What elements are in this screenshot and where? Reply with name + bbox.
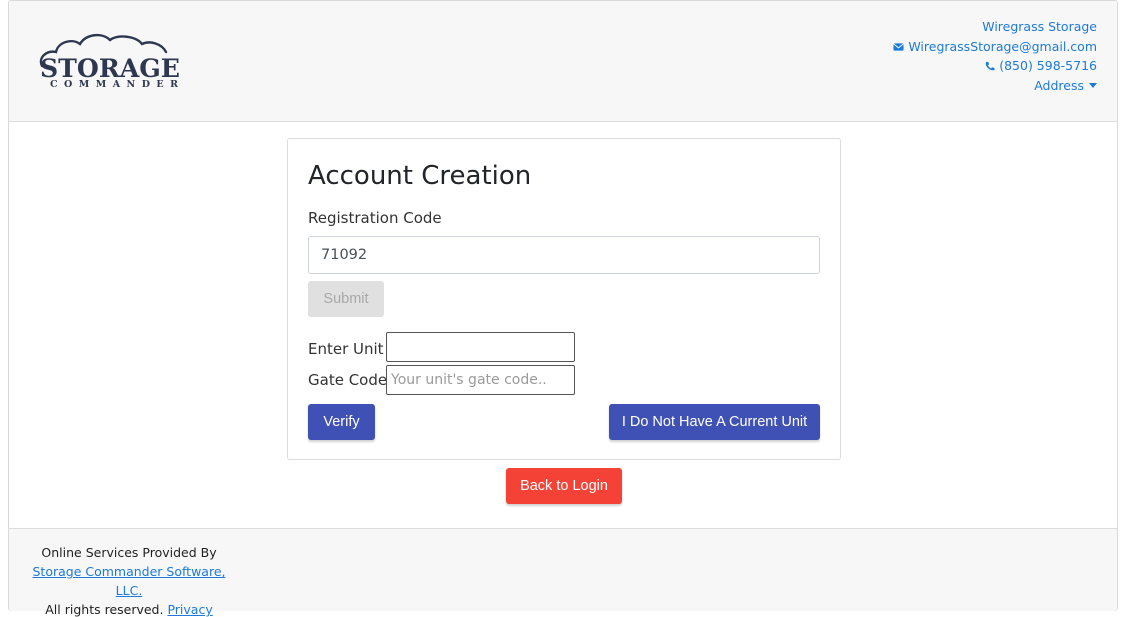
- phone-text: (850) 598-5716: [999, 58, 1097, 73]
- rights-text: All rights reserved.: [45, 602, 164, 617]
- enter-unit-label: Enter Unit: [308, 340, 384, 358]
- address-dropdown[interactable]: Address: [893, 76, 1097, 96]
- gate-code-input[interactable]: [386, 365, 575, 395]
- contact-info: Wiregrass Storage WiregrassStorage@gmail…: [893, 17, 1097, 95]
- company-link[interactable]: Storage Commander Software, LLC.: [32, 564, 225, 598]
- caret-down-icon: [1089, 82, 1097, 88]
- page-frame: STORAGE COMMANDER Wiregrass Storage Wire…: [8, 0, 1118, 617]
- email-link[interactable]: WiregrassStorage@gmail.com: [893, 37, 1097, 57]
- registration-code-label: Registration Code: [308, 209, 442, 227]
- gate-code-label: Gate Code: [308, 371, 388, 389]
- page-title: Account Creation: [308, 161, 532, 191]
- phone-icon: [986, 61, 995, 71]
- submit-button[interactable]: Submit: [308, 281, 384, 317]
- address-label: Address: [1034, 77, 1084, 93]
- svg-text:COMMANDER: COMMANDER: [50, 79, 178, 90]
- header: STORAGE COMMANDER Wiregrass Storage Wire…: [9, 1, 1117, 122]
- back-to-login-button[interactable]: Back to Login: [506, 468, 622, 504]
- footer-text: Online Services Provided By Storage Comm…: [29, 543, 229, 617]
- business-name-link[interactable]: Wiregrass Storage: [893, 17, 1097, 37]
- no-current-unit-button[interactable]: I Do Not Have A Current Unit: [609, 404, 820, 440]
- envelope-icon: [893, 42, 905, 51]
- registration-code-input[interactable]: [308, 236, 820, 274]
- enter-unit-input[interactable]: [386, 332, 575, 362]
- account-creation-card: Account Creation Registration Code Submi…: [287, 138, 841, 460]
- provided-by-text: Online Services Provided By: [41, 545, 217, 560]
- verify-button[interactable]: Verify: [308, 404, 375, 440]
- phone-link[interactable]: (850) 598-5716: [893, 56, 1097, 76]
- email-text: WiregrassStorage@gmail.com: [908, 38, 1097, 54]
- footer: Online Services Provided By Storage Comm…: [9, 528, 1117, 617]
- storage-commander-logo: STORAGE COMMANDER: [38, 30, 184, 92]
